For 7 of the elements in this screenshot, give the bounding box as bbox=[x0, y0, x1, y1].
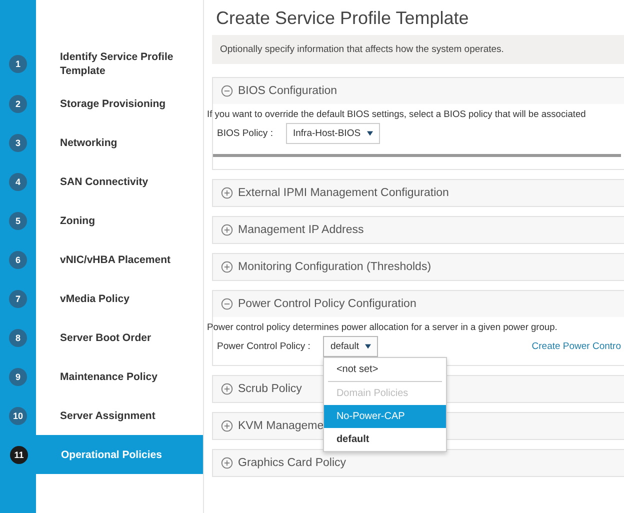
section-description: If you want to override the default BIOS settings, select a BIOS policy that will be associated bbox=[207, 109, 587, 119]
info-banner: Optionally specify information that affects how the system operates. bbox=[212, 35, 624, 64]
field-label: BIOS Policy : bbox=[217, 128, 273, 139]
group-label: Domain Policies bbox=[335, 387, 410, 401]
field-label: Power Control Policy : bbox=[217, 341, 310, 352]
section-description: Power control policy determines power allocation for a server in a given power group. bbox=[207, 322, 558, 332]
page-title: Create Service Profile Template bbox=[216, 8, 470, 29]
